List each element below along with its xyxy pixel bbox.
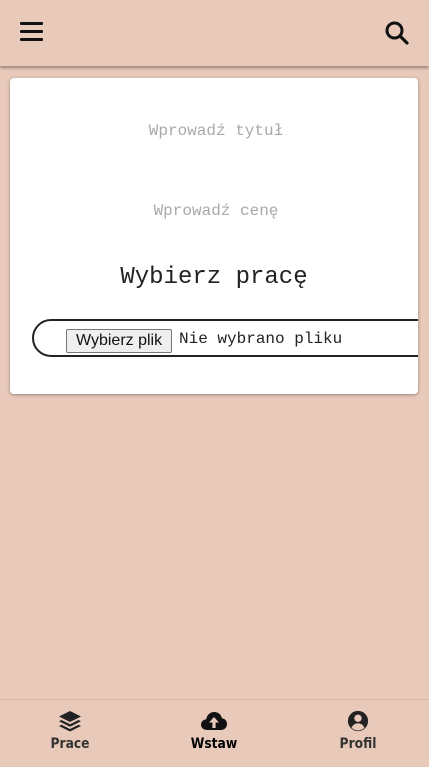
nav-item-wstaw[interactable]: Wstaw xyxy=(164,710,264,752)
nav-label-prace: Prace xyxy=(50,736,90,752)
nav-label-profil: Profil xyxy=(339,736,377,752)
cloud-upload-icon xyxy=(201,712,227,730)
file-input[interactable]: Wybierz plik Nie wybrano pliku xyxy=(32,319,418,357)
price-input[interactable] xyxy=(70,196,362,226)
layers-icon xyxy=(59,711,81,732)
top-app-bar xyxy=(0,0,429,66)
nav-label-wstaw: Wstaw xyxy=(190,736,238,752)
nav-item-prace[interactable]: Prace xyxy=(20,710,120,752)
nav-item-profil[interactable]: Profil xyxy=(308,710,408,752)
choose-work-heading: Wybierz pracę xyxy=(120,264,308,291)
upload-form-card: Wybierz pracę Wybierz plik Nie wybrano p… xyxy=(10,78,418,394)
file-status-text: Nie wybrano pliku xyxy=(179,330,343,348)
user-circle-icon xyxy=(347,710,369,732)
title-input[interactable] xyxy=(70,116,362,146)
hamburger-menu-icon[interactable] xyxy=(20,22,44,42)
bottom-navigation: Prace Wstaw Profil xyxy=(0,699,429,767)
search-icon[interactable] xyxy=(384,20,410,46)
choose-file-button[interactable]: Wybierz plik xyxy=(66,329,173,353)
